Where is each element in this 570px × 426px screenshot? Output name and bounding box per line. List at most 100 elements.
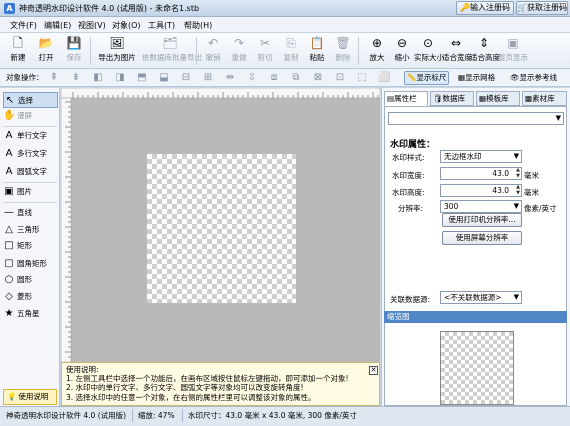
align-right-icon[interactable]: ◨ xyxy=(114,72,126,84)
tool-circle[interactable]: ○ 圆形 xyxy=(3,272,58,288)
zoom-in-button[interactable]: ⊕ 放大 xyxy=(364,35,390,67)
fit-height-button[interactable]: ⇕ 适合高度 xyxy=(470,35,500,67)
show-grid-toggle[interactable]: ▦显示网格 xyxy=(458,71,495,85)
distribute-h-icon[interactable]: ⧈ xyxy=(268,72,280,84)
same-width-icon[interactable]: ⇹ xyxy=(224,72,236,84)
zoom-out-button[interactable]: ⊖ 缩小 xyxy=(390,35,414,67)
tool-rounded-rect[interactable]: ▢ 圆角矩形 xyxy=(3,256,58,272)
batch-export-button[interactable]: 🗂 依数据库批量导出 xyxy=(142,35,202,67)
export-image-button[interactable]: 🖼 导出为图片 xyxy=(96,35,138,67)
chevron-down-icon: ▼ xyxy=(555,114,561,122)
same-height-icon[interactable]: ⇳ xyxy=(246,72,258,84)
tool-select-arrow[interactable]: ↖ 选择 xyxy=(3,92,58,108)
width-label: 水印宽度: xyxy=(392,171,425,180)
distribute-v-icon[interactable]: ⧉ xyxy=(290,72,302,84)
unlock-icon[interactable]: ⬜ xyxy=(378,72,390,84)
toolbar-button-label: 保存 xyxy=(66,53,82,62)
printer-dpi-button[interactable]: 使用打印机分辨率... xyxy=(442,213,522,227)
menu-tools[interactable]: 工具(T) xyxy=(148,20,175,31)
object-selector[interactable]: ▼ xyxy=(388,112,564,125)
delete-button[interactable]: 🗑 删除 xyxy=(330,35,356,67)
register-code-button[interactable]: 🔑输入注册码 xyxy=(456,1,514,15)
dpi-unit: 像素/英寸 xyxy=(524,204,557,213)
spinner-icon[interactable]: ▲ ▼ xyxy=(516,184,520,196)
tool-arc-text[interactable]: A 圆弧文字 xyxy=(3,164,58,180)
tool-diamond[interactable]: ◇ 菱形 xyxy=(3,289,58,305)
menu-edit[interactable]: 编辑(E) xyxy=(44,20,71,31)
align-center-icon[interactable]: ⊟ xyxy=(180,72,192,84)
new-file-button[interactable]: 🗋 新建 xyxy=(4,35,32,67)
triangle-icon: △ xyxy=(5,224,13,235)
ungroup-icon[interactable]: ⊡ xyxy=(334,72,346,84)
actual-size-button[interactable]: ⊙ 实际大小 xyxy=(414,35,444,67)
fit-width-button[interactable]: ⇔ 适合宽度 xyxy=(442,35,472,67)
tab-label: 属性栏 xyxy=(394,94,417,103)
tool-pan-hand[interactable]: ✋ 漫屏 xyxy=(3,108,58,124)
status-zoom: 缩放: 47% xyxy=(138,411,175,420)
align-left-icon[interactable]: ◧ xyxy=(92,72,104,84)
lock-icon[interactable]: ⬚ xyxy=(356,72,368,84)
height-input[interactable]: 43.0 ▲ ▼ xyxy=(440,184,522,197)
export-image-icon: 🖼 xyxy=(109,36,125,50)
align-bottom-icon[interactable]: ⬓ xyxy=(158,72,170,84)
dpi-value: 300 xyxy=(444,202,459,211)
close-icon[interactable]: ✕ xyxy=(369,366,378,375)
hint-title: 使用说明: xyxy=(66,365,99,374)
spinner-icon[interactable]: ▲ ▼ xyxy=(516,167,520,179)
app-logo-icon: A xyxy=(4,3,15,14)
watermark-style-select[interactable]: 无边框水印 ▼ xyxy=(440,150,522,163)
open-folder-button[interactable]: 📂 打开 xyxy=(32,35,60,67)
tool-line[interactable]: — 直线 xyxy=(3,205,58,221)
screen-dpi-button[interactable]: 使用屏幕分辨率 xyxy=(442,231,522,245)
tool-label: 圆弧文字 xyxy=(17,167,47,176)
menu-file[interactable]: 文件(F) xyxy=(10,20,37,31)
tool-multi-text[interactable]: A 多行文字 xyxy=(3,146,58,162)
tab-label: 模板库 xyxy=(486,94,509,103)
help-button[interactable]: 💡 使用说明 xyxy=(3,389,57,405)
save-button[interactable]: 💾 保存 xyxy=(60,35,88,67)
show-ruler-toggle[interactable]: 📏显示标尺 xyxy=(404,71,450,85)
tool-image[interactable]: ▣ 图片 xyxy=(3,184,58,200)
status-size: 水印尺寸：43.0 毫米 x 43.0 毫米, 300 像素/英寸 xyxy=(188,411,357,420)
multi-text-icon: A xyxy=(5,148,13,159)
cut-button[interactable]: ✂ 剪切 xyxy=(252,35,278,67)
usage-hint-panel: 使用说明: 1. 左侧工具栏中选择一个功能后，在画布区域按住鼠标左键拖动，即可添… xyxy=(61,362,380,406)
group-icon[interactable]: ⊠ xyxy=(312,72,324,84)
align-middle-icon[interactable]: ⊞ xyxy=(202,72,214,84)
menu-view[interactable]: 视图(V) xyxy=(78,20,106,31)
tool-star[interactable]: ★ 五角星 xyxy=(3,306,58,322)
height-value: 43.0 xyxy=(492,186,509,195)
bring-front-icon[interactable]: ⇞ xyxy=(48,72,60,84)
show-guides-toggle[interactable]: 👁显示参考线 xyxy=(510,71,557,85)
menu-help[interactable]: 帮助(H) xyxy=(184,20,212,31)
tab-templates[interactable]: ▦模板库 xyxy=(476,91,520,106)
toolbar-button-label: 新建 xyxy=(10,53,26,62)
toolbar-button-label: 整页显示 xyxy=(498,53,528,62)
tool-rectangle[interactable]: □ 矩形 xyxy=(3,238,58,254)
get-code-button[interactable]: 🛒获取注册码 xyxy=(516,1,568,15)
tab-properties[interactable]: ▤属性栏 xyxy=(384,91,428,106)
watermark-canvas[interactable] xyxy=(147,154,296,303)
status-app-name: 神奇透明水印设计软件 4.0 (试用版) xyxy=(6,411,127,420)
hint-line: 2. 水印中的单行文字、多行文字、圆弧文字等对象均可以改变旋转角度! xyxy=(66,383,304,393)
dpi-label: 分辨率: xyxy=(398,204,424,213)
redo-button[interactable]: ↷ 重做 xyxy=(226,35,252,67)
tab-database[interactable]: 🛢数据库 xyxy=(430,91,474,106)
dpi-select[interactable]: 300 ▼ xyxy=(440,200,522,213)
align-top-icon[interactable]: ⬒ xyxy=(136,72,148,84)
copy-button[interactable]: ⎘ 复制 xyxy=(278,35,304,67)
tab-materials[interactable]: ▩素材库 xyxy=(522,91,567,106)
tool-single-text[interactable]: A 单行文字 xyxy=(3,128,58,144)
pan-hand-icon: ✋ xyxy=(3,110,16,121)
datasource-select[interactable]: <不关联数据源> ▼ xyxy=(440,291,522,304)
line-icon: — xyxy=(4,207,14,218)
show-grid-label: 显示网格 xyxy=(465,73,496,82)
menu-object[interactable]: 对象(O) xyxy=(112,20,141,31)
toolbar-separator xyxy=(196,37,197,65)
paste-button[interactable]: 📋 粘贴 xyxy=(304,35,330,67)
send-back-icon[interactable]: ⇟ xyxy=(70,72,82,84)
tool-triangle[interactable]: △ 三角形 xyxy=(3,222,58,238)
width-input[interactable]: 43.0 ▲ ▼ xyxy=(440,167,522,180)
undo-button[interactable]: ↶ 撤销 xyxy=(200,35,226,67)
full-page-button[interactable]: ▣ 整页显示 xyxy=(498,35,528,67)
